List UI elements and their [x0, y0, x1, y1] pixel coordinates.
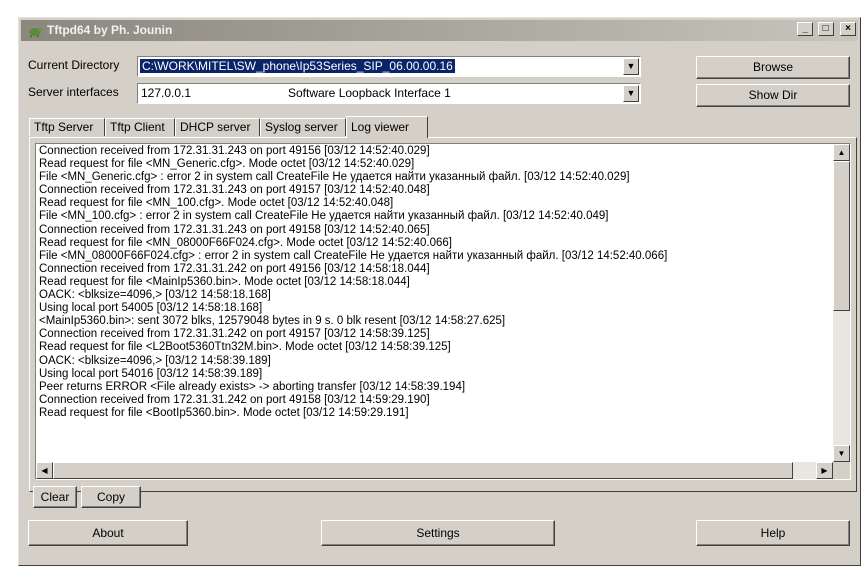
log-line[interactable]: File <MN_Generic.cfg> : error 2 in syste…	[39, 171, 829, 184]
scroll-down-icon[interactable]: ▼	[833, 445, 850, 462]
settings-button[interactable]: Settings	[321, 520, 555, 546]
server-interfaces-label: Server interfaces	[28, 85, 119, 99]
show-dir-button[interactable]: Show Dir	[696, 84, 850, 107]
log-line[interactable]: Read request for file <MN_Generic.cfg>. …	[39, 158, 829, 171]
server-interface-description: Software Loopback Interface 1	[288, 86, 451, 100]
scroll-right-icon[interactable]: ▶	[816, 462, 833, 479]
server-interfaces-combo[interactable]: 127.0.0.1 Software Loopback Interface 1 …	[137, 83, 641, 104]
window-title: Tftpd64 by Ph. Jounin	[47, 23, 173, 37]
log-line[interactable]: Connection received from 172.31.31.242 o…	[39, 394, 829, 407]
about-button[interactable]: About	[28, 520, 188, 546]
scrollbar-corner	[833, 462, 850, 479]
chevron-down-icon[interactable]: ▼	[623, 58, 639, 75]
current-directory-value: C:\WORK\MITEL\SW_phone\Ip53Series_SIP_06…	[140, 59, 455, 73]
title-bar[interactable]: Tftpd64 by Ph. Jounin _ □ ×	[21, 20, 858, 41]
help-button[interactable]: Help	[696, 520, 850, 546]
horizontal-scrollbar[interactable]: ◀ ▶	[36, 462, 833, 479]
browse-button[interactable]: Browse	[696, 56, 850, 79]
log-line[interactable]: Read request for file <BootIp5360.bin>. …	[39, 407, 829, 420]
log-line[interactable]: Using local port 54016 [03/12 14:58:39.1…	[39, 368, 829, 381]
log-line[interactable]: <MainIp5360.bin>: sent 3072 blks, 125790…	[39, 315, 829, 328]
tab-dhcp-server[interactable]: DHCP server	[175, 118, 260, 136]
log-line[interactable]: File <MN_100.cfg> : error 2 in system ca…	[39, 210, 829, 223]
log-line[interactable]: Connection received from 172.31.31.242 o…	[39, 263, 829, 276]
log-viewer-panel: Connection received from 172.31.31.243 o…	[29, 137, 857, 492]
log-line[interactable]: Read request for file <MainIp5360.bin>. …	[39, 276, 829, 289]
tab-tftp-client[interactable]: Tftp Client	[105, 118, 175, 136]
scroll-up-icon[interactable]: ▲	[833, 144, 850, 161]
current-directory-combo[interactable]: C:\WORK\MITEL\SW_phone\Ip53Series_SIP_06…	[137, 56, 641, 77]
log-line[interactable]: File <MN_08000F66F024.cfg> : error 2 in …	[39, 250, 829, 263]
tab-tftp-server[interactable]: Tftp Server	[29, 118, 105, 136]
maximize-button[interactable]: □	[817, 22, 834, 36]
copy-button[interactable]: Copy	[81, 486, 141, 508]
log-line[interactable]: Connection received from 172.31.31.243 o…	[39, 224, 829, 237]
vertical-scrollbar[interactable]: ▲ ▼	[833, 144, 850, 462]
tab-syslog-server[interactable]: Syslog server	[260, 118, 346, 136]
current-directory-label: Current Directory	[28, 58, 120, 72]
log-line[interactable]: Connection received from 172.31.31.242 o…	[39, 328, 829, 341]
log-line[interactable]: Connection received from 172.31.31.243 o…	[39, 145, 829, 158]
log-line[interactable]: Read request for file <L2Boot5360Ttn32M.…	[39, 341, 829, 354]
turtle-app-icon	[29, 28, 43, 38]
log-lines: Connection received from 172.31.31.243 o…	[39, 145, 829, 457]
tab-log-viewer[interactable]: Log viewer	[346, 116, 428, 138]
log-line[interactable]: OACK: <blksize=4096,> [03/12 14:58:39.18…	[39, 355, 829, 368]
minimize-button[interactable]: _	[797, 22, 814, 36]
log-line[interactable]: Read request for file <MN_100.cfg>. Mode…	[39, 197, 829, 210]
tftpd64-window: Tftpd64 by Ph. Jounin _ □ × Current Dire…	[18, 17, 861, 566]
server-interface-ip: 127.0.0.1	[141, 86, 192, 100]
horizontal-scroll-thumb[interactable]	[53, 462, 793, 479]
close-button[interactable]: ×	[840, 22, 856, 36]
vertical-scroll-thumb[interactable]	[833, 161, 850, 311]
clear-button[interactable]: Clear	[33, 486, 77, 508]
log-line[interactable]: Read request for file <MN_08000F66F024.c…	[39, 237, 829, 250]
log-line[interactable]: OACK: <blksize=4096,> [03/12 14:58:18.16…	[39, 289, 829, 302]
chevron-down-icon[interactable]: ▼	[623, 85, 639, 102]
log-line[interactable]: Peer returns ERROR <File already exists>…	[39, 381, 829, 394]
log-listbox[interactable]: Connection received from 172.31.31.243 o…	[35, 143, 851, 480]
log-line[interactable]: Using local port 54005 [03/12 14:58:18.1…	[39, 302, 829, 315]
log-line[interactable]: Connection received from 172.31.31.243 o…	[39, 184, 829, 197]
scroll-left-icon[interactable]: ◀	[36, 462, 53, 479]
